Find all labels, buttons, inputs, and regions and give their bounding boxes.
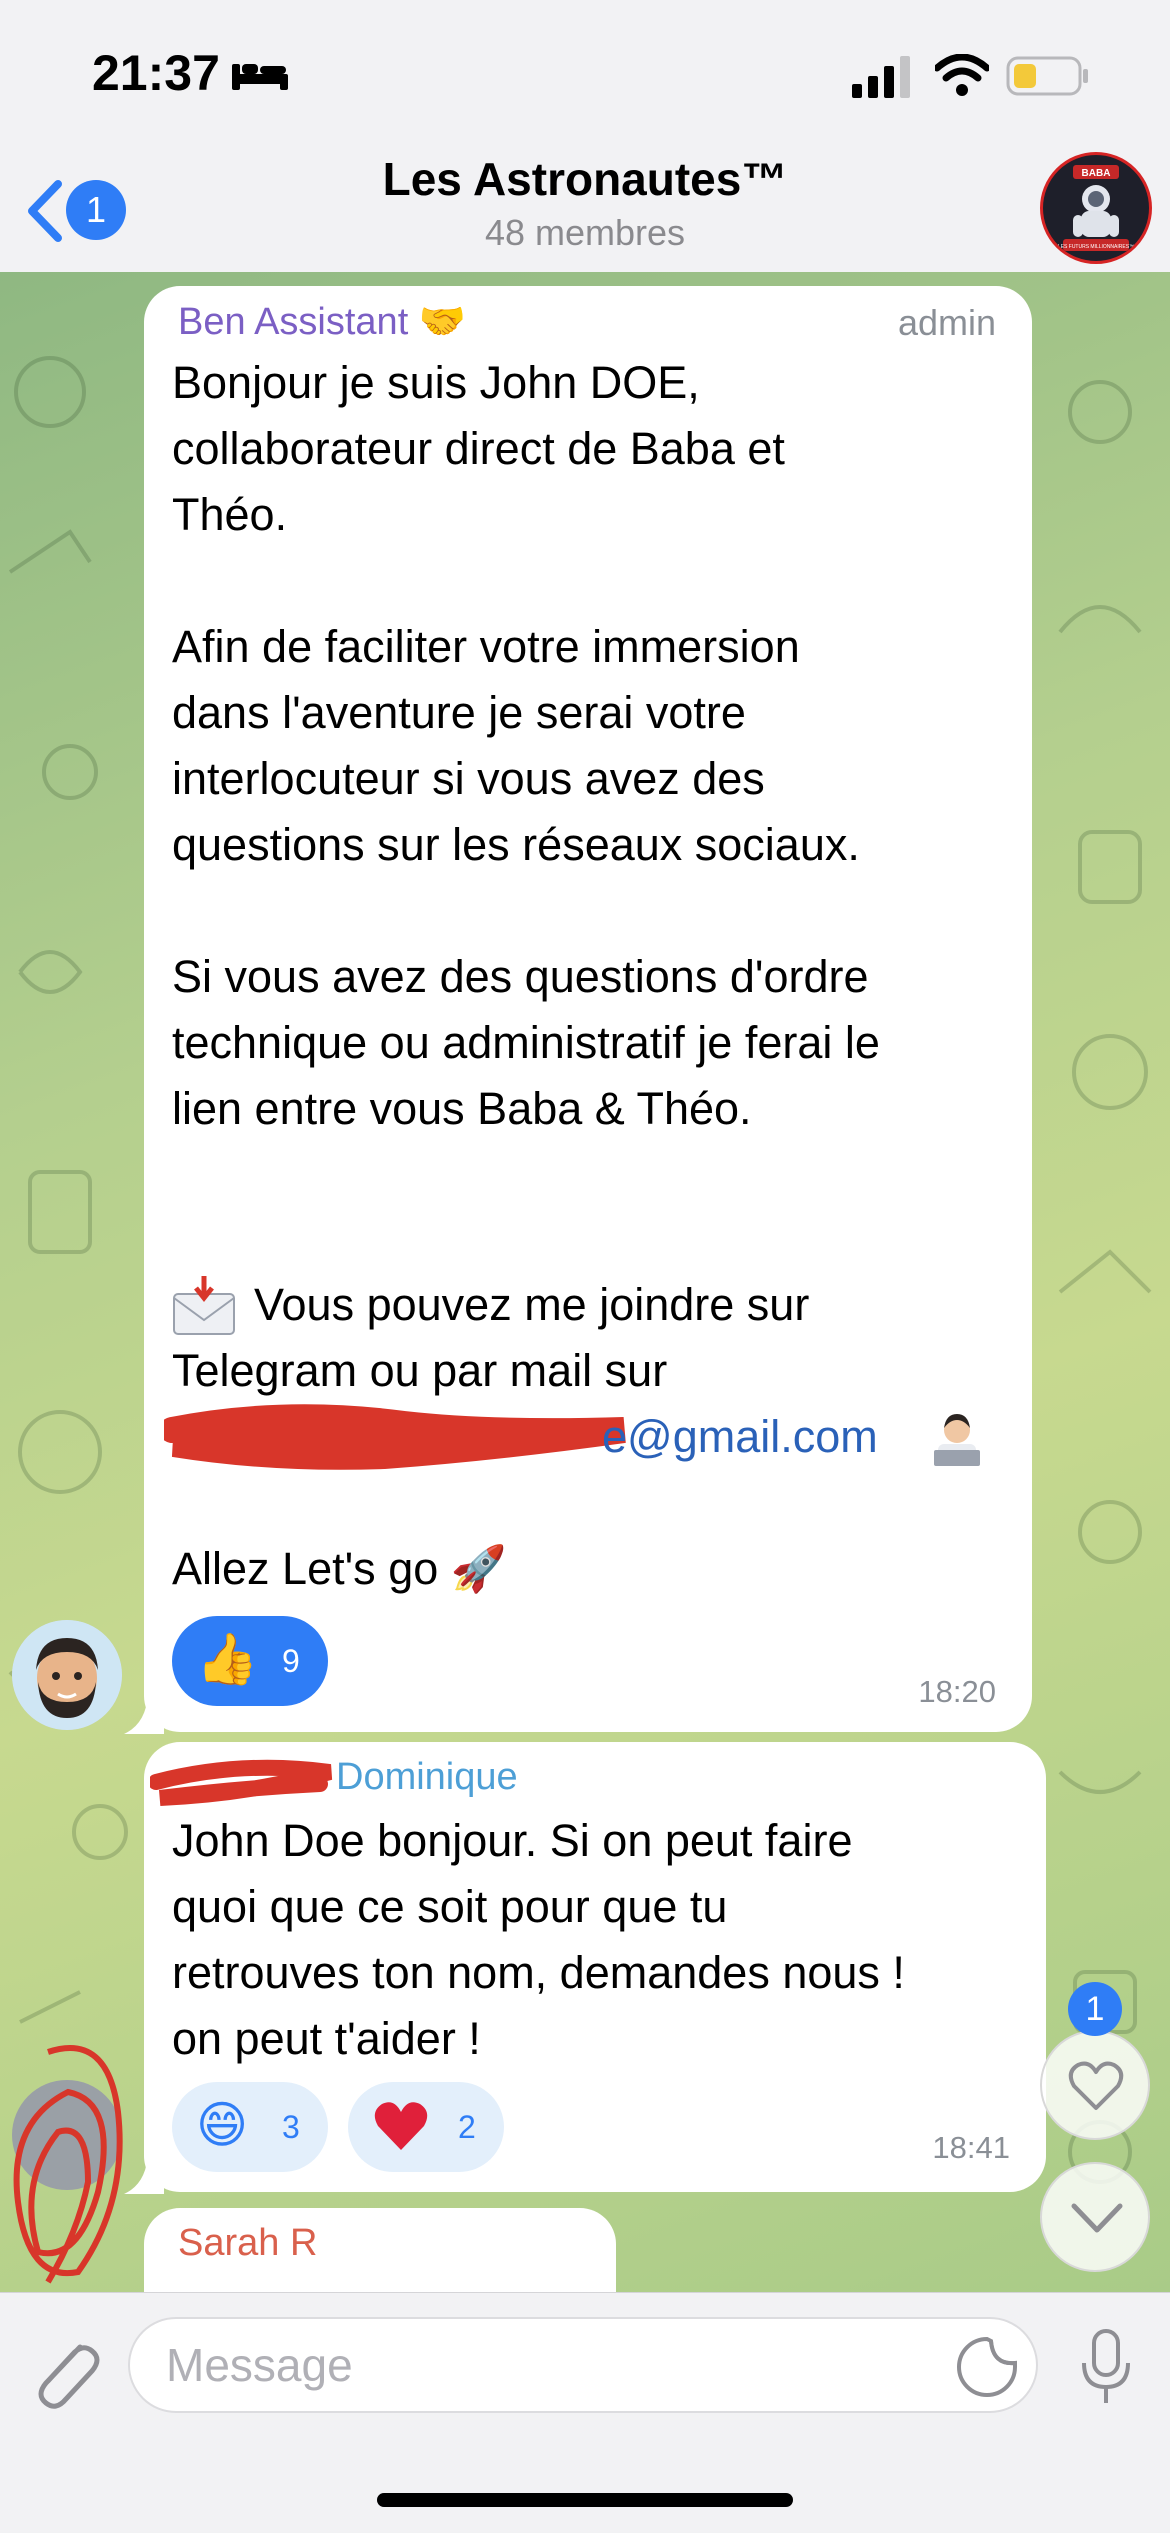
redacted-name-scribble: [150, 1759, 333, 1806]
status-time: 21:37: [92, 45, 220, 101]
message-bubble[interactable]: Ben Assistant 🤝 admin Bonjour je suis Jo…: [144, 286, 1032, 1732]
battery-icon: [1006, 56, 1088, 96]
heart-outline-icon: [1068, 2061, 1124, 2110]
reaction-count: 2: [458, 2109, 476, 2145]
home-indicator: [377, 2493, 793, 2507]
avatar-label-bottom: LES FUTURS MILLIONNAIRES™: [1058, 244, 1134, 250]
reaction-grinning[interactable]: 😄 3: [172, 2082, 328, 2172]
paperclip-icon[interactable]: [30, 2333, 100, 2413]
chat-messages-area[interactable]: Ben Assistant 🤝 admin Bonjour je suis Jo…: [0, 272, 1170, 2292]
message-text: John Doe bonjour. Si on peut faire quoi …: [172, 1815, 905, 2064]
bearded-man-avatar: [12, 1620, 122, 1730]
reaction-count: 9: [282, 1643, 300, 1679]
astronaut-logo: BABA LES FUTURS MILLIONNAIRES™: [1058, 165, 1134, 251]
message-outro: Allez Let's go 🚀: [172, 1543, 507, 1594]
microphone-icon[interactable]: [1078, 2329, 1134, 2405]
message-sender[interactable]: Ben Assistant 🤝: [178, 300, 466, 344]
admin-role-label: admin: [897, 302, 996, 343]
message-text: Bonjour je suis John DOE, collaborateur …: [172, 357, 880, 1134]
sender-avatar-ben[interactable]: [12, 1620, 122, 1730]
message-bubble[interactable]: Dominique John Doe bonjour. Si on peut f…: [144, 1742, 1046, 2192]
chat-header: 1 Les Astronautes™ 48 membres BABA LES F…: [0, 140, 1170, 273]
message-time: 18:41: [932, 2130, 1010, 2165]
scroll-down-button[interactable]: [1040, 2162, 1150, 2272]
message-input[interactable]: [128, 2317, 1038, 2413]
cellular-signal-icon: [852, 56, 910, 98]
group-avatar[interactable]: BABA LES FUTURS MILLIONNAIRES™: [1040, 152, 1152, 264]
status-bar: 21:37: [0, 0, 1170, 140]
red-heart-icon: [374, 2102, 428, 2150]
message-sender[interactable]: Sarah R: [178, 2222, 317, 2265]
avatar-label-top: BABA: [1082, 168, 1111, 179]
reaction-thumbs-up[interactable]: 👍 9: [172, 1616, 328, 1706]
redacted-email-scribble: [164, 1404, 626, 1470]
technologist-emoji-icon: [934, 1414, 980, 1466]
reactions-jump-button[interactable]: [1040, 2030, 1150, 2140]
message-sender[interactable]: Dominique: [336, 1756, 518, 1799]
message-input-bar: [0, 2292, 1170, 2533]
chevron-down-icon: [1071, 2203, 1123, 2233]
sticker-icon[interactable]: [955, 2335, 1019, 2399]
mail-intro-text: Vous pouvez me joindre sur Telegram ou p…: [172, 1279, 810, 1396]
reaction-heart[interactable]: 2: [348, 2082, 504, 2172]
message-time: 18:20: [918, 1674, 996, 1709]
message-bubble[interactable]: Sarah R: [144, 2208, 616, 2292]
grinning-face-icon: 😄: [196, 2097, 249, 2153]
redacted-avatar-scribble: [13, 2045, 123, 2284]
chat-title[interactable]: Les Astronautes™: [0, 152, 1170, 206]
reaction-count: 3: [282, 2109, 300, 2145]
members-count[interactable]: 48 membres: [0, 212, 1170, 254]
email-link[interactable]: e@gmail.com: [602, 1404, 878, 1470]
reactions-count-badge: 1: [1068, 1982, 1122, 2036]
wifi-icon: [935, 54, 989, 96]
thumbs-up-icon: 👍: [196, 1631, 259, 1687]
bed-icon: [232, 64, 288, 90]
